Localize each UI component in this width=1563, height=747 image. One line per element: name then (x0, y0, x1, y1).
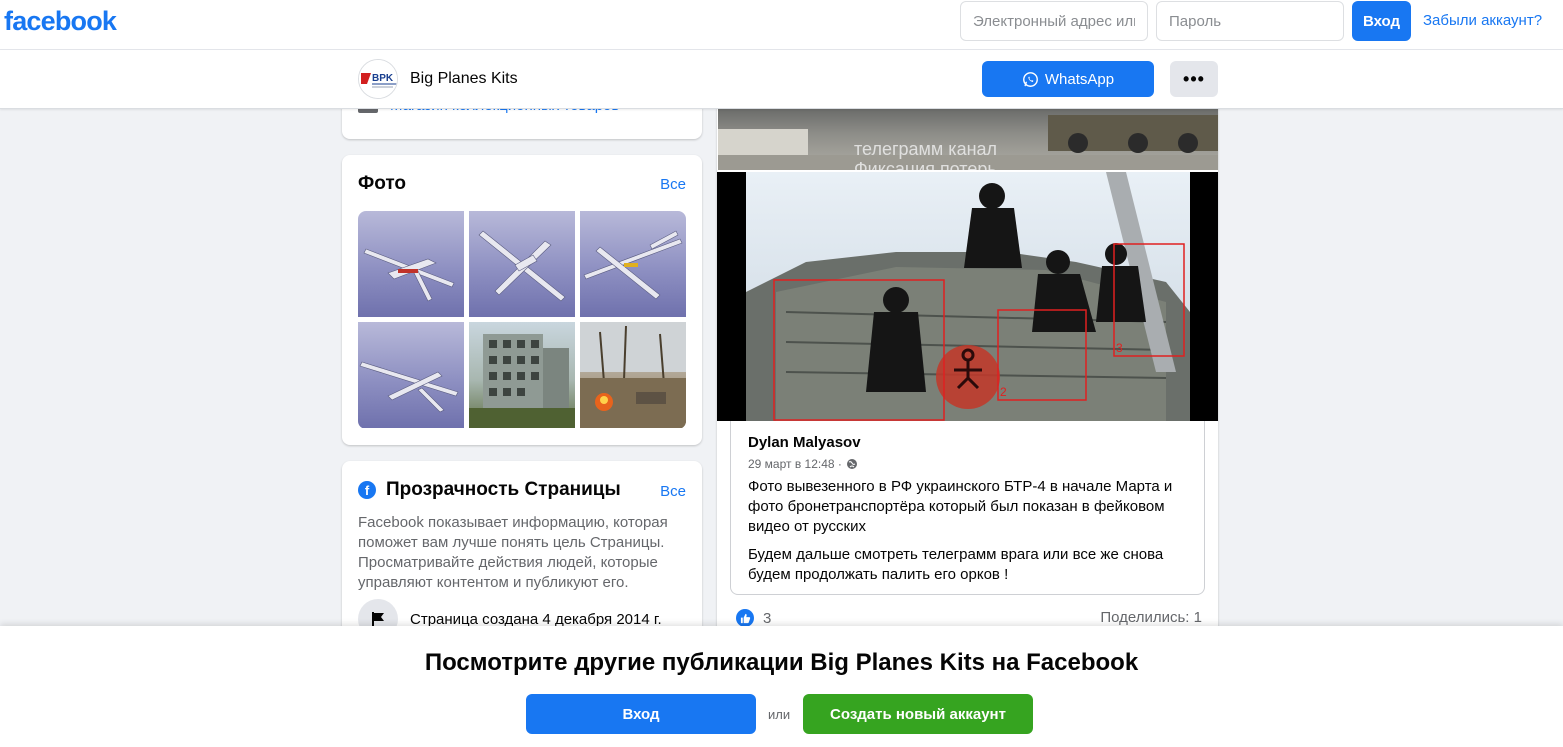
create-account-button[interactable]: Создать новый аккаунт (803, 694, 1033, 734)
transparency-description: Facebook показывает информацию, которая … (358, 514, 668, 591)
photo-thumbnail[interactable] (580, 211, 686, 317)
bpk-logo-icon: BPK (359, 60, 397, 98)
post-text: Фото вывезенного в РФ украинского БТР-4 … (748, 478, 1173, 535)
photos-title: Фото (358, 173, 407, 194)
whatsapp-icon (1022, 71, 1038, 87)
marker-label: 3 (1116, 341, 1123, 355)
page-avatar[interactable]: BPK (358, 59, 398, 99)
post-text: Будем дальше смотреть телеграмм врага ил… (748, 546, 1164, 583)
more-options-button[interactable]: ••• (1170, 61, 1218, 97)
or-separator: или (768, 707, 791, 722)
post-main-image[interactable]: 2 3 (717, 172, 1218, 421)
banner-login-button[interactable]: Вход (526, 694, 756, 734)
page-header: BPK Big Planes Kits WhatsApp ••• (0, 50, 1563, 109)
forgot-account-link[interactable]: Забыли аккаунт? (1423, 12, 1542, 29)
share-count[interactable]: Поделились: 1 (1100, 609, 1202, 626)
post-author[interactable]: Dylan Malyasov (748, 434, 861, 451)
globe-icon (846, 459, 857, 469)
page-name[interactable]: Big Planes Kits (410, 70, 518, 88)
marker-label: 2 (1000, 385, 1007, 399)
transparency-title: Прозрачность Страницы (386, 479, 621, 500)
photo-grid (358, 211, 686, 429)
photo-thumbnail[interactable] (358, 211, 464, 317)
top-image-caption: телеграмм канал Фиксация потерь (854, 139, 998, 170)
whatsapp-label: WhatsApp (1044, 70, 1115, 88)
top-navigation-bar: facebook Вход Забыли аккаунт? (0, 0, 1563, 50)
shared-post-box[interactable]: Dylan Malyasov 29 март в 12:48 · Фото вы… (730, 421, 1205, 595)
reactions-row[interactable]: 3 (736, 609, 771, 627)
photo-thumbnail[interactable] (469, 322, 575, 428)
photo-thumbnail[interactable] (469, 211, 575, 317)
avatar-text: BPK (372, 73, 394, 84)
page-created-text: Страница создана 4 декабря 2014 г. (410, 610, 662, 628)
transparency-see-all-link[interactable]: Все (660, 483, 686, 500)
post-timestamp[interactable]: 29 март в 12:48 · (748, 457, 858, 471)
login-button[interactable]: Вход (1352, 1, 1411, 41)
photo-thumbnail[interactable] (580, 322, 686, 428)
photo-thumbnail[interactable] (358, 322, 464, 428)
facebook-logo[interactable]: facebook (4, 6, 117, 37)
photos-card: Фото Все (342, 155, 702, 445)
like-icon (736, 609, 754, 627)
email-field[interactable] (960, 1, 1148, 41)
like-count: 3 (763, 609, 772, 627)
password-field[interactable] (1156, 1, 1344, 41)
login-prompt-banner: Посмотрите другие публикации Big Planes … (0, 626, 1563, 747)
apc-photo: 2 3 (746, 172, 1190, 421)
whatsapp-button[interactable]: WhatsApp (982, 61, 1154, 97)
post-card: телеграмм канал Фиксация потерь 2 3 Dyla… (717, 100, 1218, 640)
facebook-f-icon: f (358, 481, 376, 499)
post-top-image[interactable]: телеграмм канал Фиксация потерь (718, 109, 1218, 170)
banner-title: Посмотрите другие публикации Big Planes … (424, 649, 1139, 676)
photos-see-all-link[interactable]: Все (660, 176, 686, 193)
